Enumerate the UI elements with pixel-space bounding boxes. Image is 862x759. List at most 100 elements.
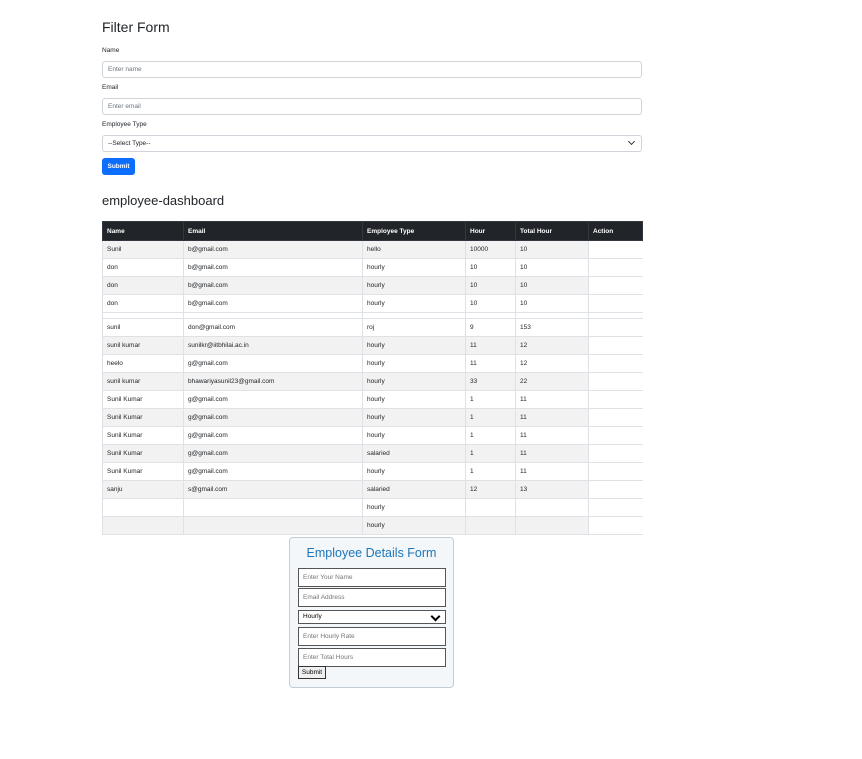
table-cell: hourly — [362, 408, 466, 427]
table-cell: 1 — [465, 444, 516, 463]
table-cell: roj — [362, 318, 466, 337]
table-cell: g@gmail.com — [183, 390, 363, 409]
table-cell: 1 — [465, 390, 516, 409]
table-header-row: Name Email Employee Type Hour Total Hour Acti… — [102, 221, 643, 241]
table-cell: b@gmail.com — [183, 276, 363, 295]
table-cell — [588, 240, 643, 259]
table-cell: salaried — [362, 480, 466, 499]
table-cell: sunil — [102, 318, 184, 337]
details-submit-button[interactable]: Submit — [298, 666, 326, 679]
table-cell: Sunil Kumar — [102, 426, 184, 445]
table-cell: 11 — [465, 354, 516, 373]
table-row: don b@gmail.com hourly 10 10 — [102, 258, 643, 277]
table-cell: sunil kumar — [102, 336, 184, 355]
email-label: Email — [102, 84, 119, 91]
column-header: Employee Type — [362, 221, 466, 241]
table-cell: 10 — [515, 294, 589, 313]
table-cell: hourly — [362, 336, 466, 355]
total-hours-input[interactable]: Enter Total Hours — [298, 648, 446, 667]
table-cell — [588, 372, 643, 391]
table-cell: hourly — [362, 372, 466, 391]
table-cell: s@gmail.com — [183, 480, 363, 499]
table-row: Sunil Kumar g@gmail.com hourly 1 11 — [102, 408, 643, 427]
table-cell: bhawariyasunil23@gmail.com — [183, 372, 363, 391]
table-row: sunil don@gmail.com roj 9 153 — [102, 318, 643, 337]
table-cell — [588, 408, 643, 427]
employee-type-label: Employee Type — [102, 121, 147, 128]
column-header: Total Hour — [515, 221, 589, 241]
table-cell: b@gmail.com — [183, 240, 363, 259]
column-header: Action — [588, 221, 643, 241]
table-cell: hourly — [362, 294, 466, 313]
table-cell: 1 — [465, 426, 516, 445]
table-cell: Sunil — [102, 240, 184, 259]
table-row: Sunil Kumar g@gmail.com hourly 1 11 — [102, 390, 643, 409]
table-cell: 10 — [465, 258, 516, 277]
table-row: sunil kumar bhawariyasunil23@gmail.com hou… — [102, 372, 643, 391]
filter-form-title: Filter Form — [102, 19, 170, 35]
table-body: Sunil b@gmail.com hello 10000 10 don b@gmail.c… — [102, 240, 643, 535]
table-cell — [102, 498, 184, 517]
table-cell: 11 — [515, 408, 589, 427]
employee-name-input[interactable]: Enter Your Name — [298, 568, 446, 587]
table-cell: 12 — [515, 354, 589, 373]
table-cell: 11 — [515, 444, 589, 463]
table-cell — [515, 498, 589, 517]
table-cell: sunilkr@iitbhilai.ac.in — [183, 336, 363, 355]
table-cell — [588, 336, 643, 355]
hourly-rate-input[interactable]: Enter Hourly Rate — [298, 627, 446, 646]
name-input[interactable]: Enter name — [102, 61, 642, 78]
table-cell — [588, 444, 643, 463]
table-cell: hourly — [362, 516, 466, 535]
table-row: hourly — [102, 516, 643, 535]
table-cell — [465, 516, 516, 535]
table-cell: Sunil Kumar — [102, 390, 184, 409]
table-cell: 1 — [465, 462, 516, 481]
table-cell: Sunil Kumar — [102, 462, 184, 481]
email-input[interactable]: Enter email — [102, 98, 642, 115]
table-row: sanju s@gmail.com salaried 12 13 — [102, 480, 643, 499]
table-cell — [588, 462, 643, 481]
table-cell: don — [102, 276, 184, 295]
table-row: Sunil Kumar g@gmail.com hourly 1 11 — [102, 462, 643, 481]
table-cell — [588, 516, 643, 535]
table-cell: don@gmail.com — [183, 318, 363, 337]
table-cell: hello — [362, 240, 466, 259]
table-cell: hourly — [362, 258, 466, 277]
table-cell: hourly — [362, 462, 466, 481]
employee-type-select[interactable]: --Select Type-- — [102, 135, 642, 152]
table-cell: 11 — [515, 390, 589, 409]
table-cell — [588, 498, 643, 517]
table-cell: don — [102, 258, 184, 277]
table-cell — [588, 294, 643, 313]
table-cell: 10 — [515, 258, 589, 277]
table-cell — [588, 258, 643, 277]
table-cell: 12 — [515, 336, 589, 355]
name-label: Name — [102, 47, 120, 54]
table-cell: don — [102, 294, 184, 313]
table-cell: 1 — [465, 408, 516, 427]
filter-submit-button[interactable]: Submit — [102, 158, 135, 175]
employee-type-dropdown[interactable]: Hourly — [298, 610, 446, 624]
table-cell: g@gmail.com — [183, 462, 363, 481]
employee-email-input[interactable]: Email Address — [298, 588, 446, 607]
employee-type-selected: --Select Type-- — [108, 140, 151, 147]
column-header: Hour — [465, 221, 516, 241]
table-cell: 11 — [465, 336, 516, 355]
table-cell: 13 — [515, 480, 589, 499]
table-cell: 10 — [515, 240, 589, 259]
employee-table: Name Email Employee Type Hour Total Hour Acti… — [102, 221, 643, 535]
employee-details-form: Employee Details Form Enter Your Name Em… — [289, 537, 454, 688]
chevron-down-icon — [627, 137, 636, 146]
column-header: Name — [102, 221, 184, 241]
table-cell: 10 — [515, 276, 589, 295]
table-cell: heelo — [102, 354, 184, 373]
table-cell: 9 — [465, 318, 516, 337]
table-cell: g@gmail.com — [183, 354, 363, 373]
table-row: hourly — [102, 498, 643, 517]
table-cell: b@gmail.com — [183, 294, 363, 313]
table-cell — [588, 318, 643, 337]
table-cell: g@gmail.com — [183, 444, 363, 463]
table-cell — [183, 498, 363, 517]
table-cell — [515, 516, 589, 535]
